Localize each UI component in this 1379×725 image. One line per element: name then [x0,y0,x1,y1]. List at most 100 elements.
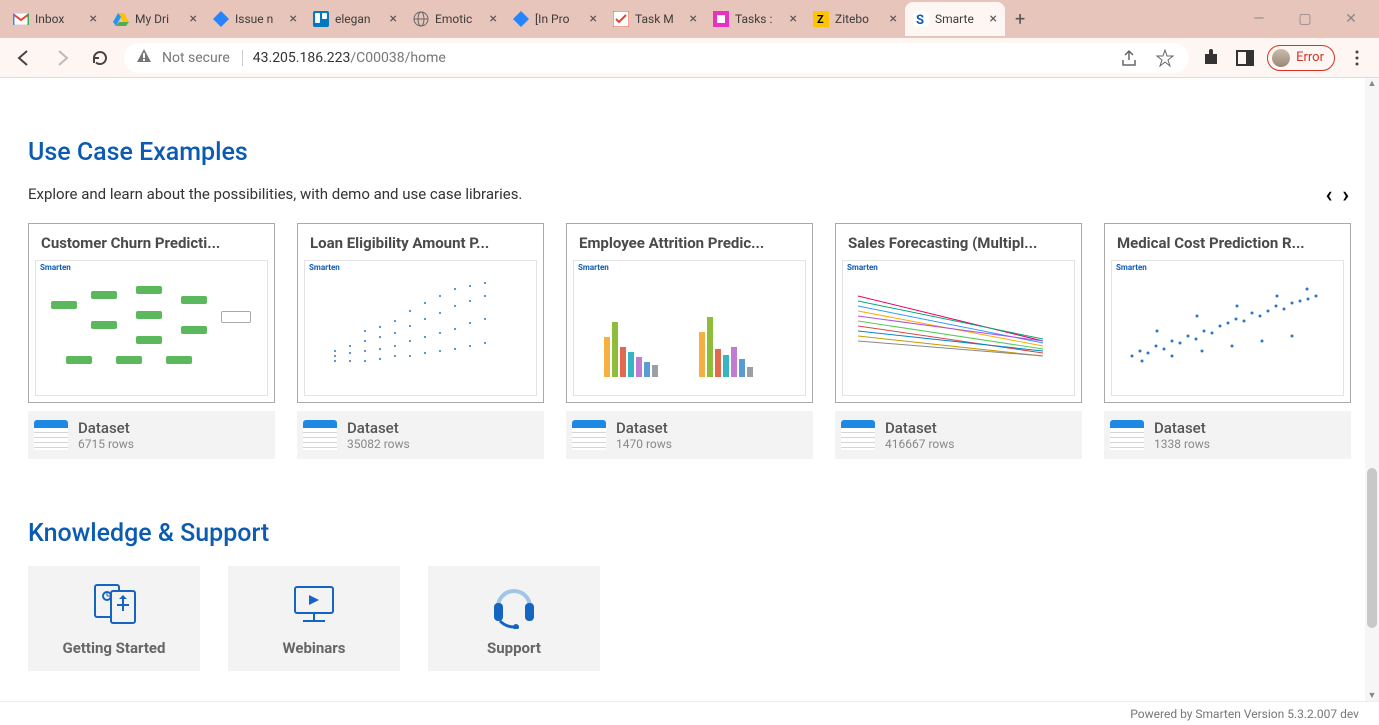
close-icon[interactable]: × [490,11,497,27]
headset-icon [486,581,542,627]
usecase-card-link[interactable]: Employee Attrition Predic... Smarten [566,223,813,403]
dataset-rows: 35082 rows [347,437,410,451]
dataset-info[interactable]: Dataset 1338 rows [1104,411,1351,459]
error-label: Error [1296,50,1324,65]
extensions-icon[interactable] [1199,46,1223,70]
card-thumbnail: Smarten [1111,260,1344,396]
dataset-rows: 416667 rows [885,437,954,451]
card-thumbnail: Smarten dots [304,260,537,396]
dataset-icon [1110,420,1144,450]
maximize-button[interactable]: ▢ [1282,0,1328,38]
dataset-info[interactable]: Dataset 1470 rows [566,411,813,459]
close-icon[interactable]: × [690,11,697,27]
card-title: Sales Forecasting (Multipl... [836,224,1081,256]
dataset-rows: 6715 rows [78,437,134,451]
dataset-info[interactable]: Dataset 6715 rows [28,411,275,459]
close-icon[interactable]: × [190,11,197,27]
carousel-next-button[interactable]: › [1342,183,1349,208]
document-icon [89,581,139,627]
url-path: /C00038/home [350,50,445,66]
tab-taskm[interactable]: Task M × [605,2,705,36]
close-icon[interactable]: × [290,11,297,27]
card-title: Loan Eligibility Amount P... [298,224,543,256]
back-button[interactable] [10,44,38,72]
dataset-label: Dataset [616,419,672,437]
new-tab-button[interactable]: + [1005,9,1035,30]
tab-issue[interactable]: Issue n × [205,2,305,36]
vertical-scrollbar[interactable]: ▲ ▼ [1365,78,1379,701]
dataset-label: Dataset [1154,419,1210,437]
usecase-card-link[interactable]: Customer Churn Predicti... Smarten [28,223,275,403]
usecase-heading: Use Case Examples [28,138,1351,167]
close-window-button[interactable]: ✕ [1328,0,1374,38]
dataset-icon [841,420,875,450]
webinars-card[interactable]: Webinars [228,566,400,671]
close-icon[interactable]: × [990,11,997,27]
share-icon[interactable] [1117,46,1141,70]
address-bar[interactable]: Not secure 43.205.186.223/C00038/home [124,43,1189,73]
close-icon[interactable]: × [90,11,97,27]
dataset-icon [303,420,337,450]
tab-label: Inbox [35,12,84,26]
tab-emotic[interactable]: Emotic × [405,2,505,36]
bookmark-star-icon[interactable] [1153,46,1177,70]
ks-label: Support [487,639,541,657]
url-host: 43.205.186.223 [253,50,351,66]
getting-started-card[interactable]: Getting Started [28,566,200,671]
usecase-card-link[interactable]: Medical Cost Prediction R... Smarten [1104,223,1351,403]
dataset-rows: 1338 rows [1154,437,1210,451]
tab-smarten[interactable]: S Smarte × [905,2,1005,36]
forward-button[interactable] [48,44,76,72]
scroll-thumb[interactable] [1367,468,1377,628]
tab-inbox[interactable]: Inbox × [5,2,105,36]
drive-icon [113,11,129,27]
side-panel-icon[interactable] [1233,46,1257,70]
tab-label: Emotic [435,12,484,26]
carousel-prev-button[interactable]: ‹ [1325,183,1332,208]
support-card[interactable]: Support [428,566,600,671]
knowledge-cards: Getting Started Webinars Support [28,566,1351,671]
tab-drive[interactable]: My Dri × [105,2,205,36]
tab-elegan[interactable]: elegan × [305,2,405,36]
dataset-info[interactable]: Dataset 35082 rows [297,411,544,459]
tab-inpro[interactable]: [In Pro × [505,2,605,36]
minimize-button[interactable]: — [1236,0,1282,38]
thumb-brand: Smarten [578,263,609,272]
dataset-info[interactable]: Dataset 416667 rows [835,411,1082,459]
close-icon[interactable]: × [390,11,397,27]
footer-text: Powered by Smarten Version 5.3.2.007 dev [1130,707,1359,721]
jira-icon [213,11,229,27]
scroll-down-icon[interactable]: ▼ [1365,690,1379,701]
close-icon[interactable]: × [790,11,797,27]
usecase-card-link[interactable]: Sales Forecasting (Multipl... Smarten [835,223,1082,403]
ks-label: Getting Started [63,639,166,657]
tab-tasks[interactable]: Tasks : × [705,2,805,36]
usecase-card: Sales Forecasting (Multipl... Smarten [835,223,1082,459]
tab-zitebo[interactable]: Z Zitebo × [805,2,905,36]
webinar-icon [289,581,339,627]
kebab-menu-icon[interactable] [1345,46,1369,70]
card-thumbnail: Smarten [35,260,268,396]
svg-text:Z: Z [817,13,824,26]
page-content: Use Case Examples Explore and learn abou… [0,78,1379,701]
not-secure-icon [136,48,152,68]
svg-text:S: S [916,13,924,27]
usecase-card-link[interactable]: Loan Eligibility Amount P... Smarten dot… [297,223,544,403]
avatar-icon [1272,49,1290,67]
scroll-up-icon[interactable]: ▲ [1365,78,1379,89]
browser-tab-strip: Inbox × My Dri × Issue n × elegan × Emot… [0,0,1379,38]
url-text: 43.205.186.223/C00038/home [253,50,446,66]
knowledge-heading: Knowledge & Support [28,519,1351,548]
address-bar-row: Not secure 43.205.186.223/C00038/home Er… [0,38,1379,78]
not-secure-label: Not secure [162,50,243,66]
carousel-nav: ‹ › [1325,183,1349,208]
ziteboard-icon: Z [813,11,829,27]
reload-button[interactable] [86,44,114,72]
usecase-card: Customer Churn Predicti... Smarten [28,223,275,459]
tab-label: My Dri [135,12,184,26]
dataset-icon [572,420,606,450]
usecase-subtitle: Explore and learn about the possibilitie… [28,185,1351,203]
close-icon[interactable]: × [890,11,897,27]
close-icon[interactable]: × [590,11,597,27]
profile-error-badge[interactable]: Error [1267,45,1335,71]
